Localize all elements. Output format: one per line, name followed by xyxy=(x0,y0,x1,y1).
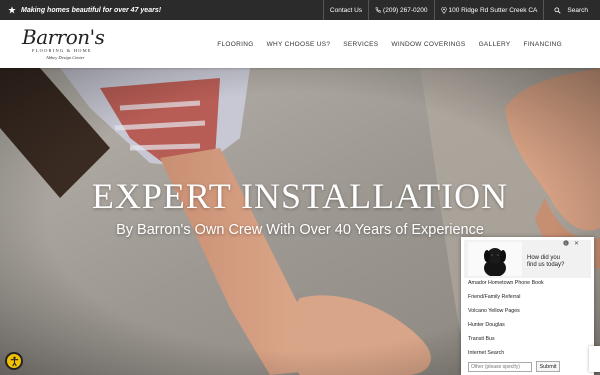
survey-option[interactable]: Internet Search xyxy=(468,350,504,356)
search-icon xyxy=(554,6,561,14)
top-bar: Making homes beautiful for over 47 years… xyxy=(0,0,600,20)
barrons-logo[interactable]: Barron's FLOORING & HOME Abbey Design Ce… xyxy=(20,24,115,64)
main-nav: FLOORING WHY CHOOSE US? SERVICES WINDOW … xyxy=(204,20,562,68)
survey-option[interactable]: Hunter Douglas xyxy=(468,322,505,328)
address-label: 100 Ridge Rd Sutter Creek CA xyxy=(448,6,538,14)
other-input[interactable] xyxy=(468,362,532,372)
survey-option[interactable]: Transit Bus xyxy=(468,336,495,342)
tagline: Making homes beautiful for over 47 years… xyxy=(0,6,323,14)
survey-option[interactable]: Volcano Yellow Pages xyxy=(468,308,520,314)
nav-gallery[interactable]: GALLERY xyxy=(479,41,511,48)
question-line-1: How did you xyxy=(527,255,561,261)
close-icon[interactable]: ✕ xyxy=(574,240,579,247)
tagline-text: Making homes beautiful for over 47 years… xyxy=(21,6,162,14)
nav-services[interactable]: SERVICES xyxy=(343,41,378,48)
nav-window-coverings[interactable]: WINDOW COVERINGS xyxy=(391,41,465,48)
accessibility-button[interactable] xyxy=(5,352,23,370)
phone-label: (209) 267-0200 xyxy=(383,6,428,14)
hero-subtitle: By Barron's Own Crew With Over 40 Years … xyxy=(116,222,484,238)
logo-subtitle: FLOORING & HOME xyxy=(32,48,92,53)
dog-image xyxy=(468,242,522,276)
nav-why-choose-us[interactable]: WHY CHOOSE US? xyxy=(267,41,331,48)
logo-tagline: Abbey Design Center xyxy=(46,55,85,60)
survey-option[interactable]: Amador Hometown Phone Book xyxy=(468,280,544,286)
phone-icon xyxy=(375,7,381,13)
hero-title: EXPERT INSTALLATION xyxy=(91,176,509,216)
submit-button[interactable]: Submit xyxy=(536,361,560,372)
nav-flooring[interactable]: FLOORING xyxy=(217,41,253,48)
nav-financing[interactable]: FINANCING xyxy=(524,41,562,48)
survey-popup: How did you find us today? i ✕ Amador Ho… xyxy=(461,237,594,375)
map-pin-icon xyxy=(440,6,447,14)
phone-link[interactable]: (209) 267-0200 xyxy=(368,0,433,20)
info-icon[interactable]: i xyxy=(563,240,569,248)
site-header: Barron's FLOORING & HOME Abbey Design Ce… xyxy=(0,20,600,68)
survey-header: How did you find us today? xyxy=(464,240,591,278)
survey-question: How did you find us today? xyxy=(527,255,564,269)
contact-us-label: Contact Us xyxy=(329,6,363,14)
contact-us-link[interactable]: Contact Us xyxy=(322,0,368,20)
recaptcha-badge[interactable] xyxy=(589,346,600,372)
survey-option[interactable]: Friend/Family Referral xyxy=(468,294,520,300)
logo-wordmark: Barron's xyxy=(22,25,105,49)
dog-photo xyxy=(468,242,522,276)
address-link[interactable]: 100 Ridge Rd Sutter Creek CA xyxy=(433,0,544,20)
search-button[interactable]: Search xyxy=(543,0,600,20)
search-label: Search xyxy=(567,6,588,14)
star-icon xyxy=(8,6,16,14)
question-line-2: find us today? xyxy=(527,262,565,268)
accessibility-icon xyxy=(10,356,18,366)
